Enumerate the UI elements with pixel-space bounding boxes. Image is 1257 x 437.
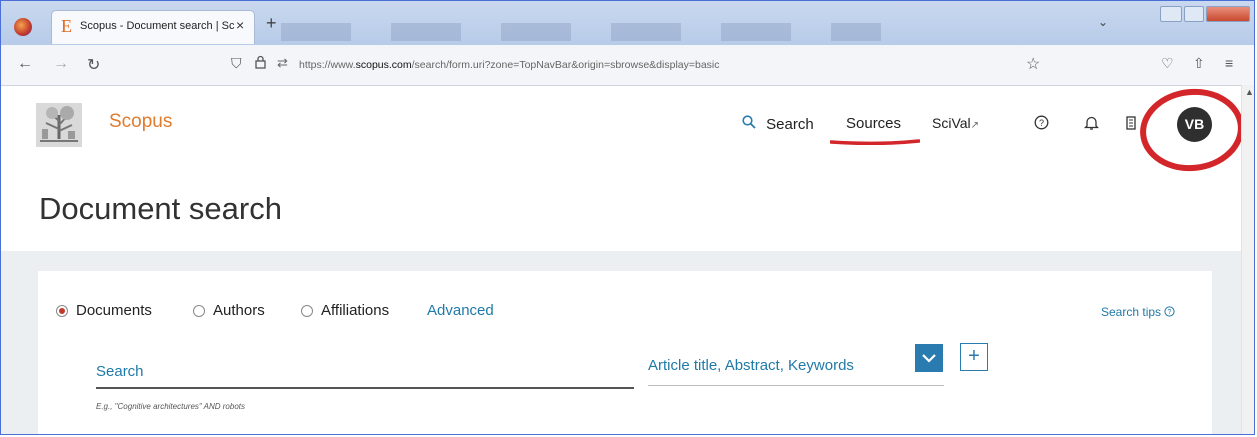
address-bar[interactable]: ⛉ ⇄ https://www.scopus.com/search/form.u… — [221, 53, 1053, 79]
radio-authors-label[interactable]: Authors — [213, 302, 265, 319]
page-title: Document search — [39, 191, 282, 226]
nav-search-label: Search — [766, 116, 814, 133]
extensions-icon[interactable]: ⇧ — [1193, 55, 1205, 72]
scopus-brand[interactable]: Scopus — [109, 111, 172, 133]
radio-affiliations[interactable] — [301, 305, 313, 317]
scopus-header: Scopus Search Sources SciVal↗ ? VB — [1, 85, 1244, 172]
search-card: Documents Authors Affiliations Advanced … — [38, 271, 1212, 434]
nav-sources-link[interactable]: Sources — [846, 115, 901, 132]
notifications-bell-icon[interactable] — [1083, 115, 1100, 135]
tab-strip: E Scopus - Document search | Sc × + ⌄ — [1, 1, 1254, 45]
red-underline-annotation — [830, 139, 920, 145]
tab-title: Scopus - Document search | Sc — [80, 20, 235, 32]
menu-icon[interactable]: ≡ — [1225, 55, 1233, 71]
page-scrollbar[interactable]: ▲ — [1241, 85, 1254, 434]
url-text[interactable]: https://www.scopus.com/search/form.uri?z… — [299, 59, 720, 71]
window-controls — [1160, 6, 1252, 24]
field-dropdown-button[interactable] — [915, 344, 943, 372]
minimize-button[interactable] — [1160, 6, 1182, 22]
svg-text:?: ? — [1168, 309, 1172, 316]
tab-close-icon[interactable]: × — [236, 17, 244, 33]
svg-text:?: ? — [1039, 118, 1044, 128]
pocket-icon[interactable]: ♡ — [1161, 55, 1174, 72]
maximize-button[interactable] — [1184, 6, 1204, 22]
radio-affiliations-label[interactable]: Affiliations — [321, 302, 389, 319]
reload-icon[interactable]: ↻ — [87, 55, 100, 75]
scroll-up-icon[interactable]: ▲ — [1245, 87, 1254, 97]
close-window-button[interactable] — [1206, 6, 1250, 22]
red-circle-annotation — [1140, 88, 1244, 172]
search-field-select[interactable]: Article title, Abstract, Keywords — [648, 353, 944, 386]
radio-authors[interactable] — [193, 305, 205, 317]
lock-icon[interactable] — [255, 55, 266, 72]
radio-documents-label[interactable]: Documents — [76, 302, 152, 319]
search-field-select-value: Article title, Abstract, Keywords — [648, 357, 854, 374]
browser-window: E Scopus - Document search | Sc × + ⌄ ← … — [0, 0, 1255, 435]
nav-search-link[interactable]: Search — [742, 115, 814, 133]
radio-documents[interactable] — [56, 305, 68, 317]
forward-icon[interactable]: → — [53, 55, 69, 73]
navigation-bar: ← → ↻ ⛉ ⇄ https://www.scopus.com/search/… — [1, 45, 1254, 86]
list-all-tabs-icon[interactable]: ⌄ — [1098, 15, 1108, 29]
elsevier-favicon-icon: E — [61, 16, 72, 36]
help-icon[interactable]: ? — [1034, 115, 1049, 134]
search-field — [96, 353, 634, 389]
help-circle-icon: ? — [1164, 306, 1175, 317]
chevron-down-icon — [922, 354, 936, 363]
new-tab-button[interactable]: + — [266, 13, 277, 34]
advanced-search-link[interactable]: Advanced — [427, 302, 494, 319]
add-search-field-button[interactable]: + — [960, 343, 988, 371]
back-icon[interactable]: ← — [17, 55, 33, 73]
nav-scival-link[interactable]: SciVal↗ — [932, 115, 979, 131]
search-input[interactable] — [96, 359, 616, 383]
search-icon — [742, 115, 760, 133]
search-tips-link[interactable]: Search tips ? — [1101, 305, 1175, 319]
permissions-icon[interactable]: ⇄ — [277, 55, 288, 71]
search-example-hint: E.g., "Cognitive architectures" AND robo… — [96, 402, 245, 411]
elsevier-logo-icon[interactable] — [34, 101, 84, 151]
external-link-icon: ↗ — [970, 120, 980, 131]
firefox-icon[interactable] — [14, 18, 32, 36]
bookmark-star-icon[interactable]: ☆ — [1026, 54, 1040, 74]
tab-strip-background — [281, 23, 881, 41]
tab-scopus[interactable]: E Scopus - Document search | Sc × — [51, 10, 255, 44]
tracking-shield-icon[interactable]: ⛉ — [231, 55, 242, 72]
